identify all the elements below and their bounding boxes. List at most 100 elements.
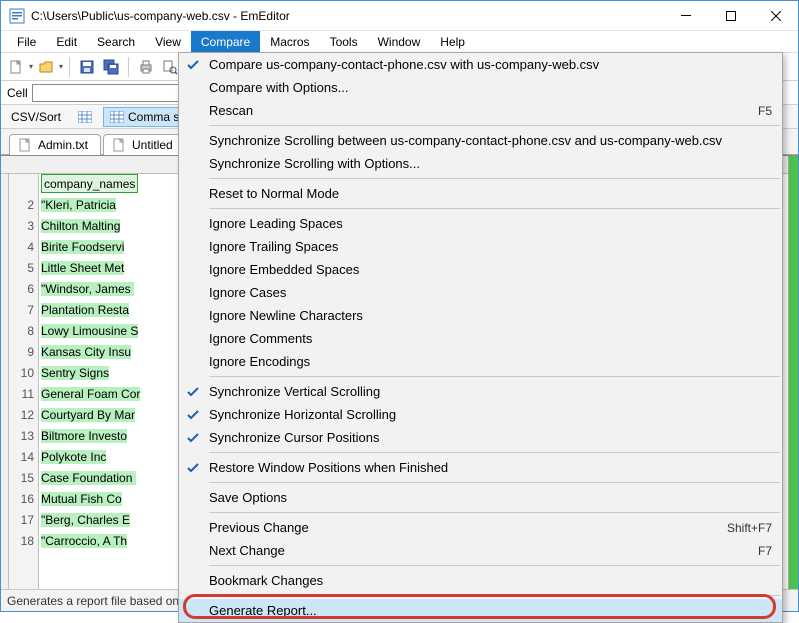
dropdown-arrow-icon[interactable]: ▾ bbox=[29, 62, 33, 71]
app-icon bbox=[9, 8, 25, 24]
cell-input[interactable] bbox=[32, 84, 193, 102]
titlebar: C:\Users\Public\us-company-web.csv - EmE… bbox=[1, 1, 798, 31]
menu-item[interactable]: Compare with Options... bbox=[179, 76, 782, 99]
menu-item[interactable]: Ignore Comments bbox=[179, 327, 782, 350]
csv-header-cell[interactable]: company_names bbox=[41, 174, 138, 193]
compare-minimap[interactable] bbox=[788, 156, 798, 589]
menu-item[interactable]: Synchronize Scrolling with Options... bbox=[179, 152, 782, 175]
document-icon bbox=[112, 138, 126, 152]
menu-item-label: Ignore Trailing Spaces bbox=[207, 239, 772, 254]
menu-accelerator: Shift+F7 bbox=[727, 521, 772, 535]
menu-item[interactable]: Ignore Newline Characters bbox=[179, 304, 782, 327]
menu-item[interactable]: Synchronize Cursor Positions bbox=[179, 426, 782, 449]
line-number: 12 bbox=[9, 405, 34, 426]
menu-item-label: Ignore Comments bbox=[207, 331, 772, 346]
menu-file[interactable]: File bbox=[7, 31, 46, 52]
menu-tools[interactable]: Tools bbox=[320, 31, 368, 52]
new-file-icon[interactable] bbox=[5, 56, 27, 78]
tab-label: Untitled bbox=[132, 138, 173, 152]
menu-separator bbox=[209, 208, 780, 209]
line-number: 15 bbox=[9, 468, 34, 489]
menu-item-label: Synchronize Cursor Positions bbox=[207, 430, 772, 445]
menu-item-label: Save Options bbox=[207, 490, 772, 505]
menu-item[interactable]: Synchronize Horizontal Scrolling bbox=[179, 403, 782, 426]
grid-icon bbox=[78, 111, 92, 123]
line-number: 3 bbox=[9, 216, 34, 237]
line-number: 10 bbox=[9, 363, 34, 384]
line-number: 13 bbox=[9, 426, 34, 447]
menu-item-label: Synchronize Scrolling with Options... bbox=[207, 156, 772, 171]
save-icon[interactable] bbox=[76, 56, 98, 78]
menu-item[interactable]: RescanF5 bbox=[179, 99, 782, 122]
menu-macros[interactable]: Macros bbox=[260, 31, 319, 52]
menu-item[interactable]: Synchronize Scrolling between us-company… bbox=[179, 129, 782, 152]
menubar: FileEditSearchViewCompareMacrosToolsWind… bbox=[1, 31, 798, 53]
menu-item[interactable]: Restore Window Positions when Finished bbox=[179, 456, 782, 479]
menu-separator bbox=[209, 512, 780, 513]
menu-item[interactable]: Bookmark Changes bbox=[179, 569, 782, 592]
csv-mode-button-1[interactable] bbox=[71, 108, 99, 126]
minimize-button[interactable] bbox=[663, 1, 708, 30]
menu-item[interactable]: Ignore Cases bbox=[179, 281, 782, 304]
line-number: 16 bbox=[9, 489, 34, 510]
toolbar-separator bbox=[69, 57, 70, 77]
menu-window[interactable]: Window bbox=[368, 31, 431, 52]
document-icon bbox=[18, 138, 32, 152]
menu-search[interactable]: Search bbox=[87, 31, 145, 52]
close-button[interactable] bbox=[753, 1, 798, 30]
line-number: 4 bbox=[9, 237, 34, 258]
menu-separator bbox=[209, 595, 780, 596]
menu-item[interactable]: Next ChangeF7 bbox=[179, 539, 782, 562]
line-number: 2 bbox=[9, 195, 34, 216]
save-all-icon[interactable] bbox=[100, 56, 122, 78]
menu-item[interactable]: Previous ChangeShift+F7 bbox=[179, 516, 782, 539]
menu-item-label: Bookmark Changes bbox=[207, 573, 772, 588]
menu-separator bbox=[209, 125, 780, 126]
document-tab[interactable]: Admin.txt bbox=[9, 134, 101, 155]
menu-item-label: Ignore Cases bbox=[207, 285, 772, 300]
line-number-gutter: 23456789101112131415161718 bbox=[9, 174, 39, 589]
open-file-icon[interactable] bbox=[35, 56, 57, 78]
menu-separator bbox=[209, 452, 780, 453]
menu-item[interactable]: Synchronize Vertical Scrolling bbox=[179, 380, 782, 403]
menu-separator bbox=[209, 482, 780, 483]
document-tab[interactable]: Untitled bbox=[103, 134, 186, 155]
dropdown-arrow-icon[interactable]: ▾ bbox=[59, 62, 63, 71]
menu-item-label: Compare with Options... bbox=[207, 80, 772, 95]
menu-item[interactable]: Ignore Leading Spaces bbox=[179, 212, 782, 235]
check-icon bbox=[179, 386, 207, 398]
line-number: 14 bbox=[9, 447, 34, 468]
menu-item-label: Ignore Embedded Spaces bbox=[207, 262, 772, 277]
menu-item[interactable]: Ignore Embedded Spaces bbox=[179, 258, 782, 281]
line-number: 9 bbox=[9, 342, 34, 363]
menu-view[interactable]: View bbox=[145, 31, 191, 52]
line-number: 17 bbox=[9, 510, 34, 531]
menu-item-label: Previous Change bbox=[207, 520, 727, 535]
print-icon[interactable] bbox=[135, 56, 157, 78]
check-icon bbox=[179, 432, 207, 444]
menu-compare[interactable]: Compare bbox=[191, 31, 260, 52]
menu-help[interactable]: Help bbox=[430, 31, 475, 52]
line-number: 7 bbox=[9, 300, 34, 321]
menu-separator bbox=[209, 565, 780, 566]
menu-item[interactable]: Save Options bbox=[179, 486, 782, 509]
menu-item[interactable]: Reset to Normal Mode bbox=[179, 182, 782, 205]
toolbar-separator bbox=[128, 57, 129, 77]
menu-item-label: Synchronize Horizontal Scrolling bbox=[207, 407, 772, 422]
menu-item[interactable]: Compare us-company-contact-phone.csv wit… bbox=[179, 53, 782, 76]
window-controls bbox=[663, 1, 798, 30]
status-text: Generates a report file based on t bbox=[7, 594, 186, 608]
menu-item[interactable]: Ignore Encodings bbox=[179, 350, 782, 373]
menu-item[interactable]: Generate Report... bbox=[179, 599, 782, 622]
menu-item-label: Synchronize Scrolling between us-company… bbox=[207, 133, 772, 148]
line-number bbox=[9, 174, 34, 195]
line-number: 5 bbox=[9, 258, 34, 279]
bookmark-margin bbox=[1, 174, 9, 589]
grid-icon bbox=[110, 111, 124, 123]
csv-sort-label: CSV/Sort bbox=[5, 108, 67, 126]
menu-item-label: Restore Window Positions when Finished bbox=[207, 460, 772, 475]
line-number: 6 bbox=[9, 279, 34, 300]
maximize-button[interactable] bbox=[708, 1, 753, 30]
menu-edit[interactable]: Edit bbox=[46, 31, 87, 52]
menu-item[interactable]: Ignore Trailing Spaces bbox=[179, 235, 782, 258]
